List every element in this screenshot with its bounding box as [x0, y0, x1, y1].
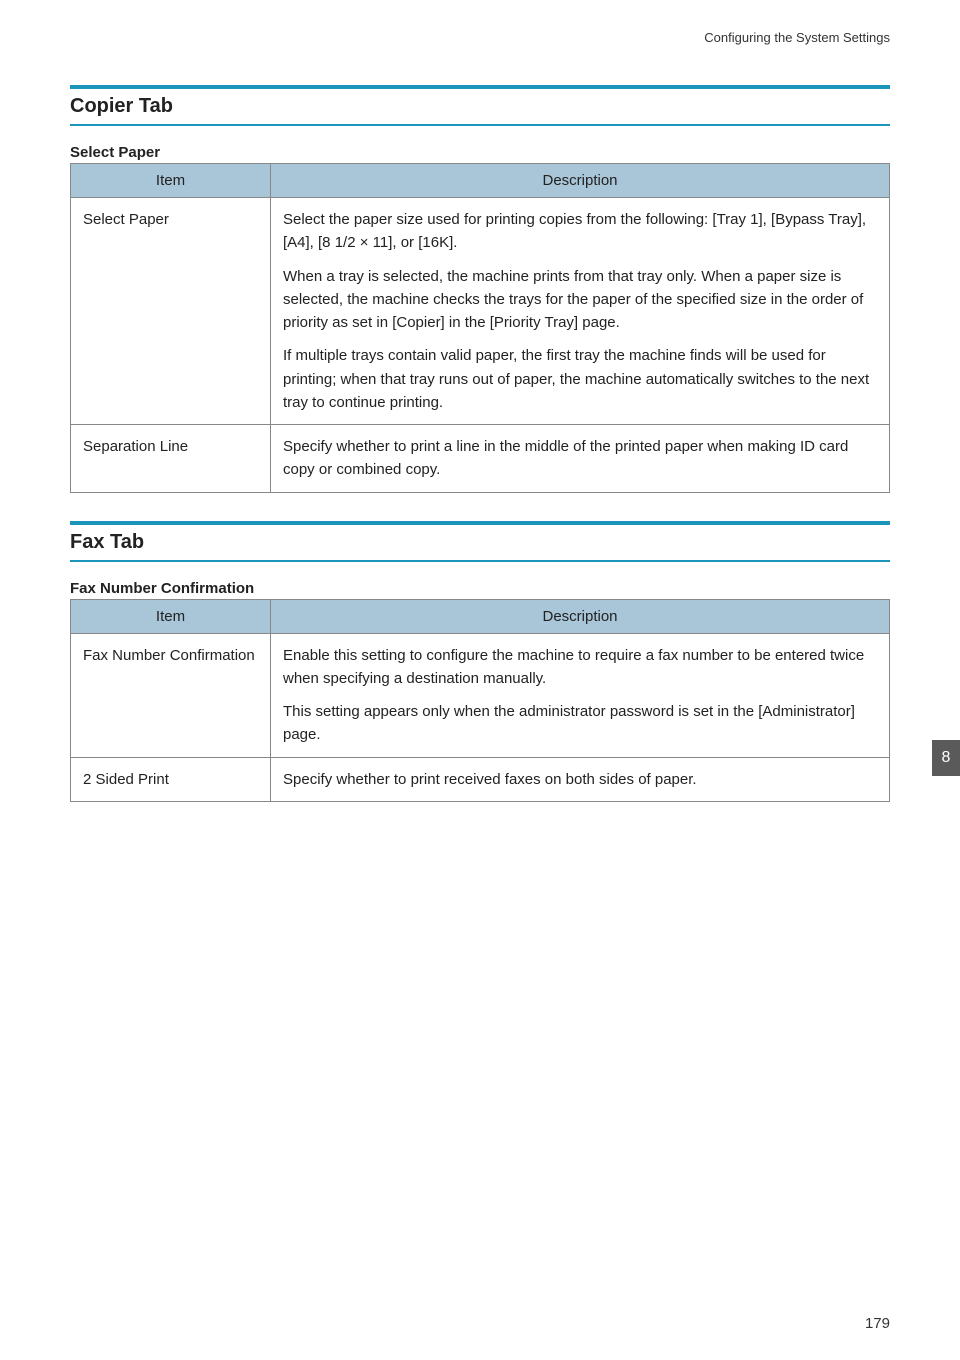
table-header-item: Item: [71, 599, 271, 633]
cell-description: Specify whether to print a line in the m…: [271, 425, 890, 493]
table-row: Select Paper Select the paper size used …: [71, 198, 890, 425]
table-select-paper: Item Description Select Paper Select the…: [70, 163, 890, 493]
table-header-description: Description: [271, 599, 890, 633]
description-paragraph: When a tray is selected, the machine pri…: [283, 265, 877, 335]
table-row: Fax Number Confirmation Enable this sett…: [71, 633, 890, 757]
cell-description: Select the paper size used for printing …: [271, 198, 890, 425]
subsection-title-select-paper: Select Paper: [70, 144, 890, 161]
running-header: Configuring the System Settings: [70, 30, 890, 45]
description-paragraph: Specify whether to print a line in the m…: [283, 435, 877, 482]
cell-item: Fax Number Confirmation: [71, 633, 271, 757]
chapter-tab: 8: [932, 740, 960, 776]
cell-description: Specify whether to print received faxes …: [271, 757, 890, 801]
page-number: 179: [865, 1315, 890, 1332]
description-paragraph: Specify whether to print received faxes …: [283, 768, 877, 791]
cell-item: 2 Sided Print: [71, 757, 271, 801]
table-fax-confirmation: Item Description Fax Number Confirmation…: [70, 599, 890, 802]
table-header-description: Description: [271, 164, 890, 198]
section-title-copier: Copier Tab: [70, 85, 890, 126]
description-paragraph: Select the paper size used for printing …: [283, 208, 877, 255]
cell-item: Separation Line: [71, 425, 271, 493]
table-header-row: Item Description: [71, 164, 890, 198]
cell-item: Select Paper: [71, 198, 271, 425]
page-content: Configuring the System Settings Copier T…: [0, 0, 960, 860]
table-row: 2 Sided Print Specify whether to print r…: [71, 757, 890, 801]
description-paragraph: Enable this setting to configure the mac…: [283, 644, 877, 691]
subsection-title-fax-confirmation: Fax Number Confirmation: [70, 580, 890, 597]
table-row: Separation Line Specify whether to print…: [71, 425, 890, 493]
description-paragraph: If multiple trays contain valid paper, t…: [283, 344, 877, 414]
table-header-row: Item Description: [71, 599, 890, 633]
section-title-fax: Fax Tab: [70, 521, 890, 562]
table-header-item: Item: [71, 164, 271, 198]
description-paragraph: This setting appears only when the admin…: [283, 700, 877, 747]
cell-description: Enable this setting to configure the mac…: [271, 633, 890, 757]
